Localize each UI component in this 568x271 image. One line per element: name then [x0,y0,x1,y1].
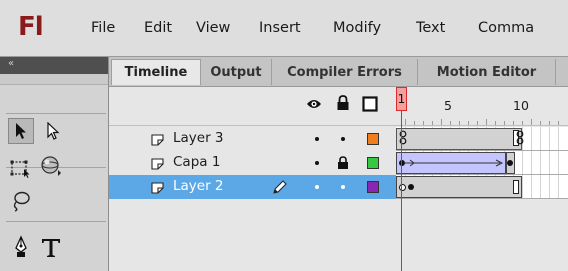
playhead-marker[interactable]: 1 [396,87,407,111]
visibility-dot[interactable] [315,137,319,141]
ruler-tick [540,121,541,125]
ruler-tick [450,121,451,125]
outline-icon[interactable] [362,96,378,112]
ruler-tick [405,119,406,125]
layer-color-swatch[interactable] [367,181,379,193]
ruler-tick [423,121,424,125]
layer-name[interactable]: Capa 1 [173,154,220,170]
menu-view[interactable]: View [196,20,230,36]
eye-icon[interactable] [306,97,322,111]
menu-edit[interactable]: Edit [144,20,172,36]
lock-dot[interactable] [341,137,345,141]
ruler-tick [459,121,460,125]
frame-label-10: 10 [513,98,529,113]
ruler-tick [531,119,532,125]
3d-rotation-tool-icon[interactable] [38,153,64,179]
lasso-tool-icon[interactable] [8,188,34,214]
tab-timeline[interactable]: Timeline [111,59,201,85]
layer-row[interactable]: Layer 3 [109,127,396,151]
frames-area[interactable]: 5 10 1 [396,87,568,271]
tools-panel-grip[interactable] [0,74,108,85]
ruler-tick [468,121,469,125]
keyframe-dot[interactable] [408,184,414,190]
subselection-tool-icon[interactable] [40,118,66,144]
layer-name[interactable]: Layer 2 [173,178,224,194]
ruler-tick [495,121,496,125]
collapse-panel-icon[interactable]: « [8,58,14,69]
ruler-tick [522,121,523,125]
ruler-tick [441,119,442,125]
layer-locked-icon[interactable] [337,156,349,170]
tween-arrow [404,159,504,167]
frame-span[interactable] [396,176,522,198]
visibility-dot[interactable] [315,161,319,165]
layer-color-swatch[interactable] [367,133,379,145]
layer-row-selected[interactable]: Layer 2 [109,175,396,199]
layer-row[interactable]: Capa 1 [109,151,396,175]
tools-separator [6,221,106,222]
ruler-tick [558,121,559,125]
tools-panel: « [0,57,109,271]
layer-name[interactable]: Layer 3 [173,130,224,146]
pencil-icon [273,180,287,194]
layer-page-icon [151,182,164,194]
panel-tab-bar: Timeline Output Compiler Errors Motion E… [109,57,568,87]
layer-page-icon [151,134,164,146]
frame-label-5: 5 [444,98,452,113]
selection-tool-icon[interactable] [8,118,34,144]
app-logo: Fl [18,12,44,42]
tools-panel-header: « [0,57,108,74]
keyframe-dot[interactable] [507,160,513,166]
tab-compiler-errors[interactable]: Compiler Errors [272,59,418,85]
ruler-tick [432,121,433,125]
action-script-icon [516,130,524,145]
menu-modify[interactable]: Modify [333,20,381,36]
menu-commands[interactable]: Comma [478,20,534,36]
ruler-tick [477,121,478,125]
free-transform-tool-icon[interactable] [8,155,34,181]
layer-color-swatch[interactable] [367,157,379,169]
tab-output[interactable]: Output [201,59,272,85]
ruler-tick [414,121,415,125]
timeline-panel: Layer 3 Capa 1 Layer 2 5 10 1 [109,87,568,271]
text-tool-icon[interactable] [38,235,64,261]
lock-icon[interactable] [336,95,350,111]
ruler-tick [549,121,550,125]
lock-dot[interactable] [341,185,345,189]
playhead-line[interactable] [401,111,402,271]
menu-text[interactable]: Text [416,20,445,36]
tab-motion-editor[interactable]: Motion Editor [418,59,556,85]
frame-span[interactable] [396,128,522,150]
ruler-tick [486,119,487,125]
visibility-dot[interactable] [315,185,319,189]
menu-bar: Fl File Edit View Insert Modify Text Com… [0,0,568,57]
layer-page-icon [151,158,164,170]
menu-file[interactable]: File [91,20,115,36]
menu-insert[interactable]: Insert [259,20,301,36]
tools-separator [6,113,106,114]
ruler-tick [504,121,505,125]
end-frame-marker [513,180,519,194]
ruler-tick [513,121,514,125]
pen-tool-icon[interactable] [8,235,34,261]
